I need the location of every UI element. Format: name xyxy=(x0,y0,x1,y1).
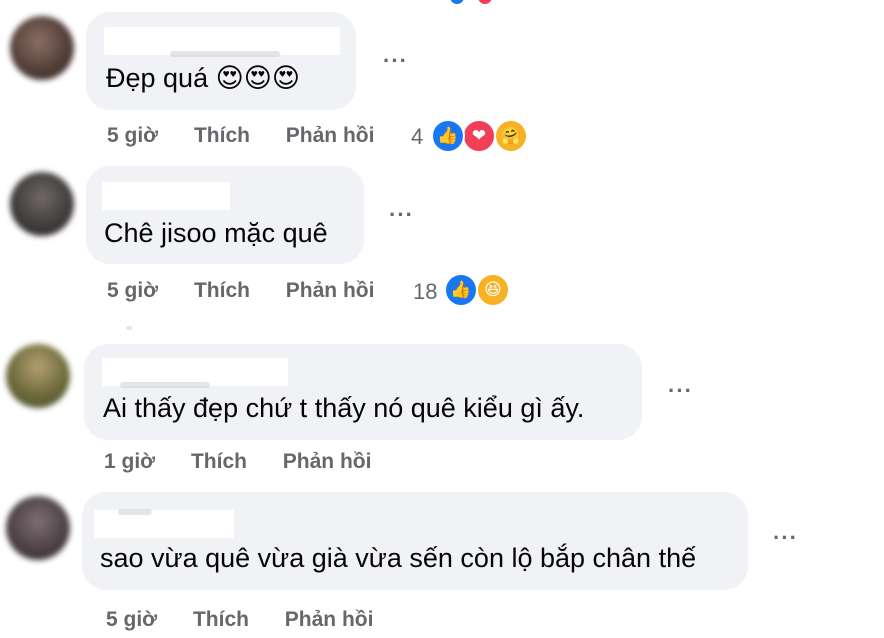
redacted-author-name-trace xyxy=(120,382,210,388)
avatar[interactable] xyxy=(6,496,70,560)
love-reaction-icon xyxy=(478,0,492,4)
comment-actions: 5 giờ Thích Phản hồi xyxy=(106,608,373,632)
avatar[interactable] xyxy=(10,16,74,80)
reaction-summary-partial xyxy=(450,0,498,4)
redacted-author-name[interactable] xyxy=(102,182,230,210)
comment-text: Đẹp quá 😍😍😍 xyxy=(106,63,301,93)
reply-button[interactable]: Phản hồi xyxy=(286,279,375,303)
comment-text: Chê jisoo mặc quê xyxy=(104,218,328,248)
redacted-author-name-trace xyxy=(118,509,152,515)
comment-timestamp[interactable]: 5 giờ xyxy=(107,279,158,303)
care-reaction-icon: 🤗 xyxy=(494,119,528,153)
like-button[interactable]: Thích xyxy=(194,124,250,148)
like-button[interactable]: Thích xyxy=(194,279,250,303)
reaction-count[interactable]: 18 xyxy=(413,279,437,305)
avatar[interactable] xyxy=(6,344,70,408)
reaction-count[interactable]: 4 xyxy=(411,124,423,150)
comment-bubble xyxy=(86,166,364,264)
reply-button[interactable]: Phản hồi xyxy=(286,124,375,148)
like-reaction-icon: 👍 xyxy=(444,273,478,307)
divider-mark xyxy=(126,326,132,330)
comment-bubble xyxy=(82,492,748,590)
like-reaction-icon: 👍 xyxy=(431,119,465,153)
reply-button[interactable]: Phản hồi xyxy=(285,608,374,632)
comment-timestamp[interactable]: 5 giờ xyxy=(107,124,158,148)
comment-timestamp[interactable]: 1 giờ xyxy=(104,450,155,474)
like-reaction-icon xyxy=(450,0,464,4)
reply-button[interactable]: Phản hồi xyxy=(283,450,372,474)
redacted-author-name[interactable] xyxy=(94,510,234,538)
haha-reaction-icon: 😆 xyxy=(476,273,510,307)
more-options-button[interactable]: ··· xyxy=(389,202,414,228)
more-options-button[interactable]: ··· xyxy=(383,48,408,74)
comment-text: Ai thấy đẹp chứ t thấy nó quê kiểu gì ấy… xyxy=(103,393,585,423)
comment-actions: 5 giờ Thích Phản hồi xyxy=(107,279,374,303)
comment-actions: 5 giờ Thích Phản hồi xyxy=(107,124,374,148)
comment-timestamp[interactable]: 5 giờ xyxy=(106,608,157,632)
avatar[interactable] xyxy=(10,172,74,236)
comment-actions: 1 giờ Thích Phản hồi xyxy=(104,450,371,474)
comment-text: sao vừa quê vừa già vừa sến còn lộ bắp c… xyxy=(100,543,697,573)
love-reaction-icon: ❤ xyxy=(462,119,496,153)
more-options-button[interactable]: ··· xyxy=(668,378,693,404)
redacted-author-name-trace xyxy=(170,51,280,57)
like-button[interactable]: Thích xyxy=(193,608,249,632)
more-options-button[interactable]: ··· xyxy=(773,525,798,551)
like-button[interactable]: Thích xyxy=(191,450,247,474)
